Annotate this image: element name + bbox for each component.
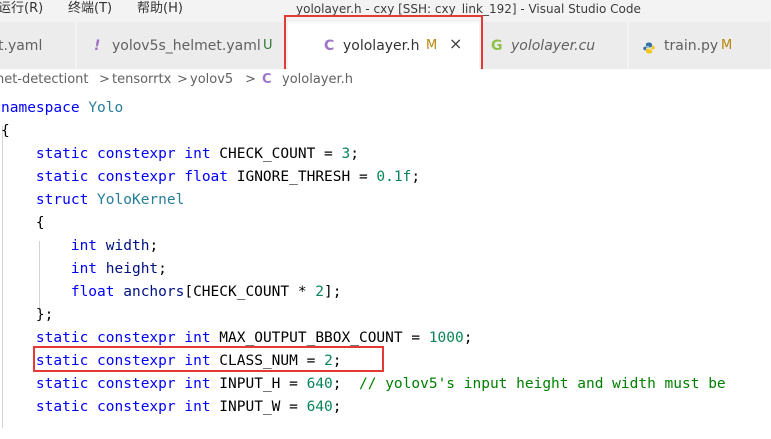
breadcrumb-separator: > <box>245 72 256 87</box>
tab-label: yolov5s_helmet.yaml <box>112 38 261 54</box>
code-line[interactable]: { <box>1 212 45 235</box>
modified-badge: M <box>721 38 733 53</box>
code-line[interactable]: int width; <box>1 235 158 258</box>
breadcrumb: net-detectiont > tensorrtx > yolov5 > C … <box>0 69 771 92</box>
untracked-badge: U <box>263 38 273 53</box>
breadcrumb-folder[interactable]: tensorrtx <box>112 69 171 91</box>
code-line[interactable]: static constexpr int CHECK_COUNT = 3; <box>1 143 359 166</box>
tab-label: t.yaml <box>0 38 43 54</box>
tab-yaml[interactable]: t.yaml <box>0 22 76 69</box>
breadcrumb-file[interactable]: yololayer.h <box>282 69 353 91</box>
breadcrumb-folder[interactable]: net-detectiont <box>0 69 89 91</box>
code-line[interactable]: { <box>1 120 10 143</box>
code-line[interactable]: struct YoloKernel <box>1 189 184 212</box>
menu-terminal[interactable]: 终端(T) <box>68 0 112 18</box>
code-editor[interactable]: namespace Yolo{ static constexpr int CHE… <box>0 92 771 439</box>
code-line[interactable]: float anchors[CHECK_COUNT * 2]; <box>1 281 342 304</box>
breadcrumb-separator: > <box>99 72 110 87</box>
code-line[interactable]: namespace Yolo <box>1 97 123 120</box>
active-tab-highlight-box <box>284 15 483 74</box>
tab-label: yololayer.cu <box>511 38 596 54</box>
tab-train-py[interactable]: train.py M <box>629 22 771 69</box>
code-line[interactable]: static constexpr float IGNORE_THRESH = 0… <box>1 166 420 189</box>
code-line[interactable]: int height; <box>1 258 167 281</box>
menu-help[interactable]: 帮助(H) <box>137 0 183 18</box>
breadcrumb-folder[interactable]: yolov5 <box>190 69 233 91</box>
tab-yololayer-cu[interactable]: G yololayer.cu <box>481 22 628 69</box>
menu-run[interactable]: 运行(R) <box>0 0 43 18</box>
python-icon <box>643 39 655 54</box>
cuda-file-icon: G <box>491 38 503 54</box>
yaml-warning-icon: ! <box>94 38 101 54</box>
tab-yolov5s-helmet-yaml[interactable]: ! yolov5s_helmet.yaml U <box>77 22 287 69</box>
tab-label: train.py <box>664 38 719 54</box>
c-file-icon: C <box>262 72 272 87</box>
code-line[interactable]: }; <box>1 304 53 327</box>
code-line[interactable]: static constexpr int INPUT_W = 640; <box>1 396 342 419</box>
class-num-highlight-box <box>33 346 384 372</box>
code-line[interactable]: static constexpr int INPUT_H = 640; // y… <box>1 373 726 396</box>
breadcrumb-separator: > <box>177 72 188 87</box>
